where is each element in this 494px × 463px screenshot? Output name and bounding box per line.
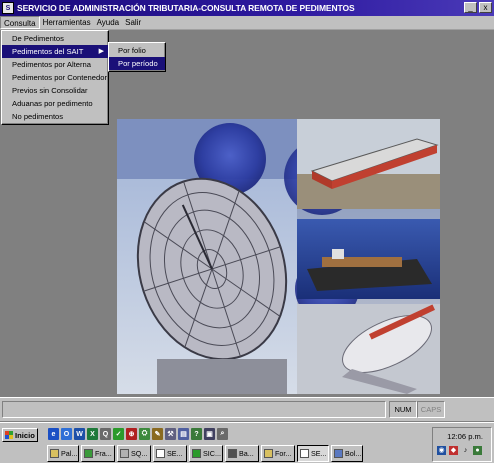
task-button[interactable]: SE... — [297, 445, 329, 462]
volume-icon[interactable]: ♪ — [461, 446, 470, 455]
sait-submenu: Por folio Por período — [108, 42, 166, 72]
menu-item-label: Pedimentos por Contenedor — [12, 73, 107, 82]
menu-item-previos-sin-consolidar[interactable]: Previos sin Consolidar — [2, 84, 108, 97]
zoom-icon[interactable]: ⌕ — [217, 428, 228, 440]
menu-item-pedimentos-por-alterna[interactable]: Pedimentos por Alterna — [2, 58, 108, 71]
check-icon[interactable]: ✓ — [113, 428, 124, 440]
caps-lock-indicator: CAPS — [417, 401, 445, 418]
num-lock-indicator: NUM — [389, 401, 417, 418]
check-icon — [192, 449, 201, 458]
task-button[interactable]: For... — [261, 445, 295, 462]
antivirus-tray-icon[interactable]: ◆ — [449, 446, 458, 455]
task-button[interactable]: Fra... — [81, 445, 115, 462]
excel-icon[interactable]: X — [87, 428, 98, 440]
submenu-item-por-periodo[interactable]: Por período — [109, 57, 165, 70]
menu-item-de-pedimentos[interactable]: De Pedimentos — [2, 32, 108, 45]
sql-icon — [120, 449, 129, 458]
menu-herramientas[interactable]: Herramientas — [40, 16, 94, 29]
menu-item-label: De Pedimentos — [12, 34, 64, 43]
menu-item-label: Aduanas por pedimento — [12, 99, 93, 108]
system-tray: 12:06 p.m. ◉ ◆ ♪ ● — [432, 427, 492, 462]
menu-item-label: No pedimentos — [12, 112, 64, 121]
background-collage-image — [117, 119, 440, 394]
tools-icon[interactable]: ⚒ — [165, 428, 176, 440]
menu-item-pedimentos-del-sait[interactable]: Pedimentos del SAIT ▶ — [2, 45, 108, 58]
ie-icon[interactable]: e — [48, 428, 59, 440]
database-icon — [228, 449, 237, 458]
window-controls: _ x — [464, 2, 492, 13]
update-tray-icon[interactable]: ● — [473, 446, 482, 455]
menu-consulta[interactable]: Consulta — [0, 16, 40, 29]
title-bar: S SERVICIO DE ADMINISTRACIÓN TRIBUTARIA-… — [0, 0, 494, 16]
menu-ayuda[interactable]: Ayuda — [94, 16, 123, 29]
word-icon[interactable]: W — [74, 428, 85, 440]
network-tray-icon[interactable]: ◉ — [437, 446, 446, 455]
status-bar: NUM CAPS — [0, 397, 494, 421]
submenu-arrow-icon: ▶ — [98, 48, 104, 55]
menu-item-pedimentos-por-contenedor[interactable]: Pedimentos por Contenedor — [2, 71, 108, 84]
task-button-label: SIC... — [203, 449, 221, 458]
menu-bar: Consulta Herramientas Ayuda Salir — [0, 16, 494, 30]
menu-item-label: Pedimentos del SAIT — [12, 47, 84, 56]
submenu-item-por-folio[interactable]: Por folio — [109, 44, 165, 57]
task-button-label: SE... — [167, 449, 183, 458]
task-button[interactable]: Ba... — [225, 445, 259, 462]
menu-item-aduanas-por-pedimento[interactable]: Aduanas por pedimento — [2, 97, 108, 110]
doc-icon[interactable]: ▤ — [178, 428, 189, 440]
task-button-label: Fra... — [95, 449, 112, 458]
close-button[interactable]: x — [479, 2, 492, 13]
menu-item-label: Pedimentos por Alterna — [12, 60, 91, 69]
windows-logo-icon — [5, 431, 13, 439]
start-label: Inicio — [15, 430, 35, 440]
clock[interactable]: 12:06 p.m. — [447, 432, 483, 441]
consulta-menu: De Pedimentos Pedimentos del SAIT ▶ Pedim… — [1, 30, 109, 125]
find-icon[interactable]: Q — [100, 428, 111, 440]
form-icon — [264, 449, 273, 458]
task-button-label: Ba... — [239, 449, 254, 458]
task-button[interactable]: SIC... — [189, 445, 223, 462]
network-icon[interactable]: ⛭ — [139, 428, 150, 440]
task-button[interactable]: Pal... — [47, 445, 79, 462]
task-button[interactable]: Bol... — [331, 445, 363, 462]
minimize-button[interactable]: _ — [464, 2, 477, 13]
doc-icon — [334, 449, 343, 458]
status-message-panel — [2, 401, 386, 418]
task-button[interactable]: SE... — [153, 445, 187, 462]
task-button[interactable]: SQ... — [117, 445, 151, 462]
start-button[interactable]: Inicio — [2, 428, 38, 442]
folder-icon — [50, 449, 59, 458]
app-icon — [84, 449, 93, 458]
window-icon[interactable]: ▣ — [204, 428, 215, 440]
task-button-label: SE... — [311, 449, 327, 458]
app-icon[interactable]: S — [2, 2, 14, 14]
task-button-label: Bol... — [345, 449, 362, 458]
menu-salir[interactable]: Salir — [122, 16, 144, 29]
sat-icon — [300, 449, 309, 458]
help-icon[interactable]: ? — [191, 428, 202, 440]
sat-icon — [156, 449, 165, 458]
pen-icon[interactable]: ✎ — [152, 428, 163, 440]
taskbar: Inicio e O W X Q ✓ ⊕ ⛭ ✎ ⚒ ▤? ▣ ⌕ Pal... Fra... SQ... S… — [0, 422, 494, 463]
menu-item-no-pedimentos[interactable]: No pedimentos — [2, 110, 108, 123]
task-button-label: For... — [275, 449, 292, 458]
task-button-label: Pal... — [61, 449, 78, 458]
window-title: SERVICIO DE ADMINISTRACIÓN TRIBUTARIA-CO… — [17, 3, 355, 13]
outlook-icon[interactable]: O — [61, 428, 72, 440]
task-button-label: SQ... — [131, 449, 148, 458]
menu-item-label: Previos sin Consolidar — [12, 86, 88, 95]
antivirus-icon[interactable]: ⊕ — [126, 428, 137, 440]
collage-illustration — [117, 119, 440, 394]
